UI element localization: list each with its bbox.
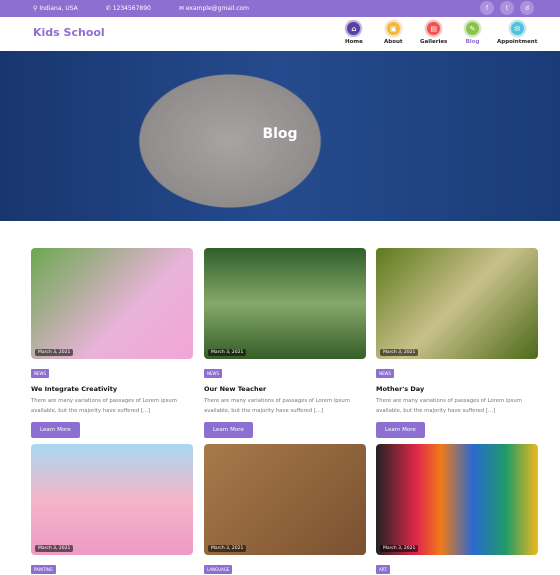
post-card: March 3, 2021 NEWS Mother's Day There ar…	[376, 248, 538, 438]
site-logo[interactable]: Kids School	[33, 26, 105, 39]
post-card: March 3, 2021 NEWS We Integrate Creativi…	[31, 248, 193, 438]
learn-more-button[interactable]: Learn More	[204, 422, 253, 438]
post-card: March 3, 2021 PAINTING	[31, 444, 193, 575]
post-title[interactable]: Mother's Day	[376, 385, 538, 393]
gallery-icon: ▤	[425, 20, 443, 37]
learn-more-button[interactable]: Learn More	[31, 422, 80, 438]
post-excerpt: There are many variations of passages of…	[376, 398, 522, 414]
appointment-icon: ✉	[508, 20, 526, 37]
blog-icon: ✎	[464, 20, 481, 37]
about-icon: ▣	[384, 20, 402, 37]
post-excerpt: There are many variations of passages of…	[204, 398, 350, 414]
nav-galleries[interactable]: ▤ Galleries	[420, 20, 447, 45]
hero-banner: Blog	[0, 51, 560, 221]
post-card: March 3, 2021 ART	[376, 444, 538, 575]
post-card: March 3, 2021 NEWS Our New Teacher There…	[204, 248, 366, 438]
category-tag[interactable]: NEWS	[376, 369, 395, 378]
category-tag[interactable]: LANGUAGE	[204, 565, 233, 574]
nav-blog[interactable]: ✎ Blog	[464, 20, 481, 45]
post-excerpt: There are many variations of passages of…	[31, 398, 177, 414]
post-image[interactable]: March 3, 2021	[204, 444, 366, 555]
phone-text: ✆ 1234567890	[105, 5, 151, 12]
learn-more-button[interactable]: Learn More	[376, 422, 425, 438]
post-image[interactable]: March 3, 2021	[376, 248, 538, 359]
page-title: Blog	[262, 126, 298, 142]
location-text: ⚲ Indiana, USA	[33, 5, 78, 12]
category-tag[interactable]: ART	[376, 565, 390, 574]
home-icon: ⌂	[345, 20, 363, 37]
post-image[interactable]: March 3, 2021	[31, 248, 193, 359]
post-image[interactable]: March 3, 2021	[204, 248, 366, 359]
tiktok-icon[interactable]: d	[520, 1, 534, 15]
post-image[interactable]: March 3, 2021	[31, 444, 193, 555]
nav-about[interactable]: ▣ About	[384, 20, 403, 45]
post-title[interactable]: Our New Teacher	[204, 385, 366, 393]
category-tag[interactable]: NEWS	[31, 369, 50, 378]
twitter-icon[interactable]: t	[500, 1, 514, 15]
nav-home[interactable]: ⌂ Home	[345, 20, 363, 45]
category-tag[interactable]: PAINTING	[31, 565, 56, 574]
post-image[interactable]: March 3, 2021	[376, 444, 538, 555]
category-tag[interactable]: NEWS	[204, 369, 223, 378]
header: Kids School ⌂ Home ▣ About ▤ Galleries ✎ Blo…	[0, 17, 560, 51]
post-card: March 3, 2021 LANGUAGE	[204, 444, 366, 575]
facebook-icon[interactable]: f	[480, 1, 494, 15]
nav-appointment[interactable]: ✉ Appointment	[497, 20, 537, 45]
email-text[interactable]: ✉ example@gmail.com	[179, 5, 263, 12]
top-bar: ⚲ Indiana, USA ✆ 1234567890 ✉ example@gm…	[0, 0, 560, 17]
post-title[interactable]: We Integrate Creativity	[31, 385, 193, 393]
